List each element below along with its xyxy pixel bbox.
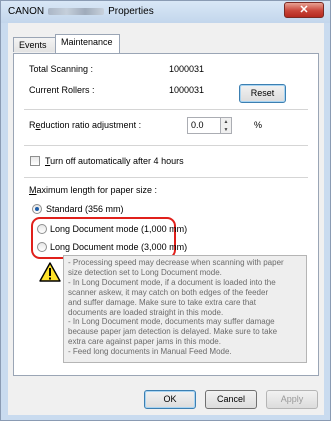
total-scanning-value: 1000031 (169, 64, 205, 74)
warning-line: - In Long Document mode, if a document i… (68, 277, 276, 287)
spin-down-icon[interactable]: ▼ (221, 126, 231, 134)
reduction-ratio-input[interactable]: 0.0 (187, 117, 221, 134)
window-title: CANON Properties (8, 6, 154, 17)
current-rollers-label: Current Rollers : (29, 85, 95, 95)
divider (24, 109, 308, 110)
close-icon: ✕ (299, 4, 309, 16)
long-document-1000-radio[interactable] (37, 224, 47, 234)
auto-off-label[interactable]: Turn off automatically after 4 hours (45, 156, 184, 166)
auto-off-checkbox[interactable] (30, 156, 40, 166)
apply-button-label: Apply (280, 394, 304, 404)
reduction-ratio-value: 0.0 (191, 120, 204, 130)
long-document-1000-label[interactable]: Long Document mode (1,000 mm) (50, 224, 187, 234)
tab-events[interactable]: Events (13, 37, 56, 52)
standard-radio[interactable] (32, 204, 42, 214)
warning-line: and suffer damage. Make sure to take ext… (68, 297, 256, 307)
tab-maintenance[interactable]: Maintenance (55, 34, 120, 53)
dialog-client-area: Events Maintenance Total Scanning : 1000… (8, 23, 324, 415)
reduction-ratio-label: Reduction ratio adjustment : (29, 120, 142, 130)
divider (24, 145, 308, 146)
title-suffix: Properties (108, 6, 154, 17)
tab-maintenance-label: Maintenance (61, 37, 113, 47)
cancel-button-label: Cancel (216, 394, 245, 404)
warning-line: - Feed long documents in Manual Feed Mod… (68, 347, 232, 357)
title-prefix: CANON (8, 6, 45, 17)
warning-line: scanner askew, it may catch on both edge… (68, 287, 269, 297)
total-scanning-label: Total Scanning : (29, 64, 94, 74)
maintenance-panel: Total Scanning : 1000031 Current Rollers… (13, 53, 319, 376)
standard-label[interactable]: Standard (356 mm) (46, 204, 124, 214)
tab-events-label: Events (19, 40, 47, 50)
long-document-3000-radio[interactable] (37, 242, 47, 252)
warning-text-box: - Processing speed may decrease when sca… (63, 255, 307, 363)
warning-icon (39, 262, 61, 282)
warning-line: documents are loaded straight in this mo… (68, 307, 224, 317)
ok-button[interactable]: OK (144, 390, 196, 409)
cancel-button[interactable]: Cancel (205, 390, 257, 409)
title-bar[interactable]: CANON Properties ✕ (1, 1, 330, 23)
apply-button[interactable]: Apply (266, 390, 318, 409)
spin-up-icon[interactable]: ▲ (221, 118, 231, 126)
warning-line: extra care against paper jams in this mo… (68, 337, 221, 347)
current-rollers-value: 1000031 (169, 85, 205, 95)
warning-line: - In Long Document mode, documents may s… (68, 317, 275, 327)
reduction-ratio-spinner[interactable]: ▲ ▼ (221, 117, 232, 134)
reduction-ratio-unit: % (254, 120, 263, 130)
reset-button[interactable]: Reset (239, 84, 286, 103)
reset-button-label: Reset (250, 88, 275, 98)
paper-length-label: Maximum length for paper size : (29, 185, 158, 195)
properties-window: CANON Properties ✕ Events Maintenance Tot… (0, 0, 331, 421)
warning-line: because paper jam detection is delayed. … (68, 327, 278, 337)
warning-line: - Processing speed may decrease when sca… (68, 258, 284, 267)
close-button[interactable]: ✕ (284, 2, 324, 18)
long-document-3000-label[interactable]: Long Document mode (3,000 mm) (50, 242, 187, 252)
divider (24, 177, 308, 178)
redacted-model-name (48, 7, 105, 15)
ok-button-label: OK (163, 394, 177, 404)
warning-line: size detection set to Long Document mode… (68, 267, 222, 277)
